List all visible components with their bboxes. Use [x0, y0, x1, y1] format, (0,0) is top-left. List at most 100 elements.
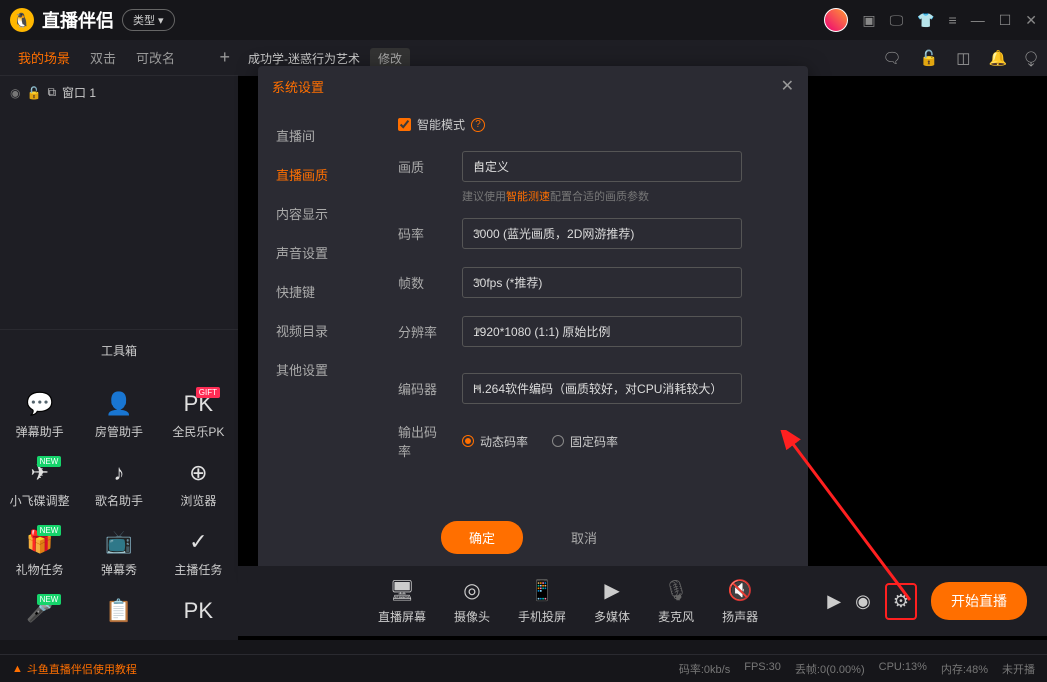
sidebar: 我的场景 双击 可改名 + ◉ 🔓 ⧉ 窗口 1 工具箱 💬 弹幕助手 👤房管助手 P… [0, 40, 238, 640]
quality-select[interactable]: 自定义▼ [462, 151, 742, 182]
tool-2[interactable]: PK全民乐PKGIFT [159, 381, 238, 450]
stream-title: 成功学-迷惑行为艺术 [248, 50, 360, 67]
source-1[interactable]: ◎摄像头 [454, 578, 490, 625]
source-2[interactable]: 📱手机投屏 [518, 578, 566, 625]
source-label: 直播屏幕 [378, 608, 426, 625]
tutorial-link[interactable]: ▲ 斗鱼直播伴侣使用教程 [12, 661, 137, 677]
encoder-label: 编码器 [398, 379, 448, 398]
badge: NEW [37, 456, 62, 467]
settings-nav-1[interactable]: 直播画质 [258, 155, 378, 194]
add-scene-button[interactable]: + [219, 47, 230, 68]
settings-nav-2[interactable]: 内容显示 [258, 194, 378, 233]
settings-nav-6[interactable]: 其他设置 [258, 350, 378, 389]
tool-label: 弹幕助手 [16, 423, 64, 440]
screen-icon[interactable]: ▣ [862, 12, 875, 29]
gear-icon: ⚙ [893, 591, 909, 611]
tool-8[interactable]: ✓主播任务 [159, 519, 238, 588]
start-stream-button[interactable]: 开始直播 [931, 582, 1027, 620]
source-4[interactable]: 🎙 麦克风 [658, 578, 694, 625]
bitrate-select[interactable]: 3000 (蓝光画质，2D网游推荐)▼ [462, 218, 742, 249]
bell-icon[interactable]: 🔔 [988, 49, 1007, 67]
tool-icon: 📺 [105, 529, 132, 555]
source-3[interactable]: ▶ 多媒体 [594, 578, 630, 625]
cancel-button[interactable]: 取消 [543, 521, 625, 554]
toolbox-label: 工具箱 [0, 329, 238, 371]
fps-select[interactable]: 30fps (*推荐)▼ [462, 267, 742, 298]
settings-nav-0[interactable]: 直播间 [258, 116, 378, 155]
fixed-bitrate-radio[interactable]: 固定码率 [552, 433, 618, 450]
modal-title: 系统设置 [272, 77, 324, 96]
badge: GIFT [196, 387, 220, 398]
caption-icon[interactable]: 🗨 [883, 49, 902, 67]
tool-0[interactable]: 💬 弹幕助手 [0, 381, 79, 450]
source-0[interactable]: 🖥直播屏幕 [378, 578, 426, 625]
window-icon: ⧉ [47, 85, 56, 100]
maximize-icon[interactable]: ☐ [999, 12, 1012, 29]
settings-nav-5[interactable]: 视频目录 [258, 311, 378, 350]
source-label: 多媒体 [594, 608, 630, 625]
share-icon[interactable]: ⧬ [1025, 49, 1037, 67]
source-label: 手机投屏 [518, 608, 566, 625]
dynamic-bitrate-radio[interactable]: 动态码率 [462, 433, 528, 450]
avatar[interactable] [824, 8, 848, 32]
lock-icon[interactable]: 🔓 [26, 86, 41, 100]
modal-close-button[interactable]: ✕ [781, 76, 794, 96]
type-dropdown[interactable]: 类型 ▾ [122, 9, 175, 31]
encoder-select[interactable]: H.264软件编码（画质较好，对CPU消耗较大）▼ [462, 373, 742, 404]
shirt-icon[interactable]: 👕 [917, 12, 934, 29]
tool-label: 弹幕秀 [101, 561, 137, 578]
speedtest-link[interactable]: 智能测速 [506, 191, 550, 203]
tool-6[interactable]: 🎁礼物任务NEW [0, 519, 79, 588]
tool-label: 房管助手 [95, 423, 143, 440]
tool-icon: ♪ [113, 460, 124, 486]
source-bar: 🖥直播屏幕 ◎摄像头 📱手机投屏 ▶ 多媒体 🎙 麦克风 🔇扬声器 ▶ ◉ ⚙ 开始直播 [238, 566, 1047, 636]
tool-3[interactable]: ✈小飞碟调整NEW [0, 450, 79, 519]
settings-nav-3[interactable]: 声音设置 [258, 233, 378, 272]
unlock-icon[interactable]: 🔓 [920, 49, 939, 67]
tool-4[interactable]: ♪歌名助手 [79, 450, 158, 519]
tab-my-scenes[interactable]: 我的场景 [8, 48, 80, 67]
scene-item[interactable]: ◉ 🔓 ⧉ 窗口 1 [0, 76, 238, 109]
app-title: 直播伴侣 [42, 7, 114, 33]
status-bitrate: 码率:0kb/s [679, 661, 730, 677]
tab-doubleclick[interactable]: 双击 [80, 48, 126, 67]
tab-rename[interactable]: 可改名 [126, 48, 185, 67]
minimize-icon[interactable]: — [971, 12, 985, 28]
tool-5[interactable]: ⊕浏览器 [159, 450, 238, 519]
resolution-label: 分辨率 [398, 322, 448, 341]
tool-label: 小飞碟调整 [10, 492, 70, 509]
visibility-icon[interactable]: ◉ [10, 86, 20, 100]
tool-icon: 📋 [105, 598, 132, 624]
monitor-icon[interactable]: 🖵 [890, 12, 904, 29]
bitrate-label: 码率 [398, 224, 448, 243]
close-icon[interactable]: ✕ [1025, 12, 1037, 29]
tool-label: 全民乐PK [172, 423, 224, 440]
eye-icon[interactable]: ◉ [855, 591, 871, 612]
quality-label: 画质 [398, 157, 448, 176]
ok-button[interactable]: 确定 [441, 521, 523, 554]
resolution-select[interactable]: 1920*1080 (1:1) 原始比例▼ [462, 316, 742, 347]
tool-7[interactable]: 📺 弹幕秀 [79, 519, 158, 588]
tool-icon: PK [184, 598, 213, 624]
badge: NEW [37, 525, 62, 536]
tool-10[interactable]: 📋 [79, 588, 158, 640]
layout-icon[interactable]: ◫ [956, 49, 970, 67]
tool-icon: ⊕ [189, 460, 207, 486]
source-icon: ◎ [463, 578, 480, 603]
source-icon: ▶ [604, 578, 619, 603]
source-label: 麦克风 [658, 608, 694, 625]
preview-icon[interactable]: ▶ [827, 591, 841, 612]
source-icon: 🎙 [663, 578, 688, 603]
source-5[interactable]: 🔇扬声器 [722, 578, 758, 625]
help-icon[interactable]: ? [471, 118, 485, 132]
smart-mode-checkbox[interactable]: 智能模式 ? [398, 116, 485, 133]
status-mem: 内存:48% [941, 661, 988, 677]
menu-icon[interactable]: ≡ [949, 12, 957, 28]
tool-1[interactable]: 👤房管助手 [79, 381, 158, 450]
settings-nav-4[interactable]: 快捷键 [258, 272, 378, 311]
tool-label: 礼物任务 [16, 561, 64, 578]
tool-icon: 💬 [26, 391, 53, 417]
settings-button[interactable]: ⚙ [885, 583, 917, 620]
tool-9[interactable]: 🎤NEW [0, 588, 79, 640]
tool-11[interactable]: PK [159, 588, 238, 640]
